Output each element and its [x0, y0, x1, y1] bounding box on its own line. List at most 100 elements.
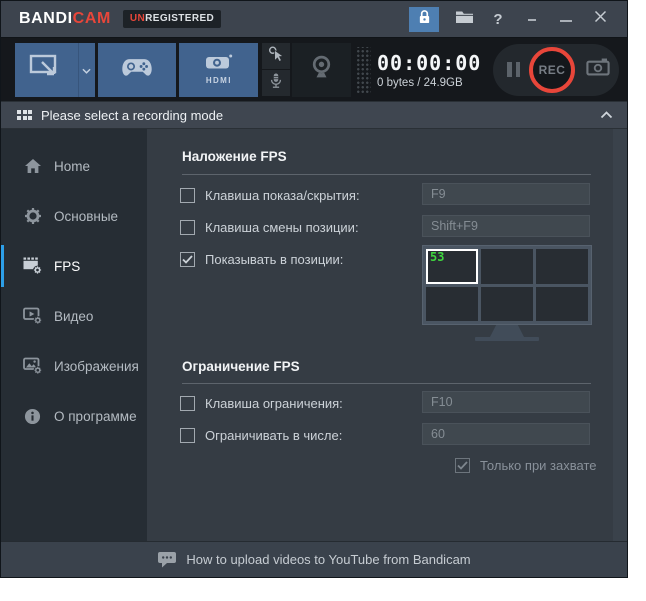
position-cell-top-left[interactable]: 53	[426, 249, 478, 284]
checkbox-position-hotkey[interactable]	[180, 219, 195, 235]
pause-icon	[507, 62, 512, 77]
close-icon	[594, 10, 607, 28]
microphone-icon	[268, 72, 284, 95]
logo-text-primary: BANDI	[19, 10, 73, 27]
rec-label: REC	[538, 62, 566, 77]
sidebar-item-home[interactable]: Home	[1, 141, 147, 191]
collapse-button[interactable]	[600, 106, 613, 124]
section-title-fps-limit: Ограничение FPS	[182, 359, 300, 374]
sidebar-item-label: FPS	[54, 258, 81, 274]
mouse-mic-buttons	[262, 43, 291, 96]
record-controls-pod: REC	[493, 43, 619, 96]
hotkey-input-show-hide[interactable]	[422, 183, 590, 205]
gamepad-icon	[121, 57, 153, 83]
divider	[182, 383, 591, 384]
rec-button[interactable]: REC	[529, 46, 575, 93]
section-title-fps-overlay: Наложение FPS	[182, 149, 287, 164]
folder-icon	[455, 10, 474, 29]
position-cell-bottom-center[interactable]	[481, 286, 533, 321]
webcam-button[interactable]	[292, 42, 352, 97]
hdmi-label: HDMI	[205, 76, 232, 85]
checkbox-limit-hotkey[interactable]	[180, 395, 195, 411]
recording-toolbar: HDMI 00:00:00 0 bytes / 24.9GB REC	[1, 37, 627, 101]
checkbox-only-while-capturing[interactable]	[455, 457, 470, 473]
drag-handle[interactable]	[355, 46, 371, 93]
sidebar-item-about[interactable]: О программе	[1, 391, 147, 441]
home-icon	[22, 158, 43, 174]
sidebar-item-fps[interactable]: FPS	[1, 241, 147, 291]
chevron-up-icon	[600, 106, 613, 124]
minimize-button[interactable]	[549, 7, 583, 32]
position-cell-top-right[interactable]	[536, 249, 588, 284]
setting-label: Показывать в позиции:	[205, 251, 344, 267]
lock-button[interactable]	[409, 6, 439, 32]
mouse-cursor-overlay-button[interactable]	[262, 43, 291, 69]
recording-timer: 00:00:00	[377, 50, 482, 75]
app-logo: BANDICAM	[19, 10, 111, 28]
fps-icon	[22, 257, 43, 275]
setting-row-limit-hotkey: Клавиша ограничения:	[180, 391, 597, 415]
gear-icon	[22, 207, 43, 225]
output-folder-button[interactable]	[447, 7, 481, 32]
screen-mode-dropdown-button[interactable]	[77, 42, 95, 97]
fps-limit-input[interactable]	[422, 423, 590, 445]
setting-row-limit-number: Ограничивать в числе:	[180, 423, 597, 447]
monitor-stand	[490, 325, 524, 337]
setting-label: Только при захвате	[480, 457, 597, 473]
setting-row-only-while-capturing: Только при захвате	[455, 453, 597, 477]
bandicam-window: BANDICAM UNREGISTERED ? HDMI 00:00:00 0 …	[0, 0, 628, 578]
video-settings-icon	[22, 307, 43, 325]
info-icon	[22, 408, 43, 425]
sidebar-item-video[interactable]: Видео	[1, 291, 147, 341]
microphone-button[interactable]	[262, 70, 291, 96]
screen-record-icon	[29, 54, 63, 85]
sidebar-item-label: Основные	[54, 208, 119, 224]
sidebar-item-images[interactable]: Изображения	[1, 341, 147, 391]
setting-row-show-hide-hotkey: Клавиша показа/скрытия:	[180, 183, 597, 207]
setting-label: Ограничивать в числе:	[205, 427, 343, 443]
fps-settings-panel: Наложение FPS Клавиша показа/скрытия: Кл…	[147, 129, 613, 541]
image-settings-icon	[22, 357, 43, 375]
sidebar-item-label: О программе	[54, 408, 137, 424]
mode-bar-text: Please select a recording mode	[41, 107, 224, 123]
screen-recording-mode-button[interactable]	[15, 42, 78, 97]
mouse-cursor-icon	[268, 45, 285, 68]
setting-label: Клавиша показа/скрытия:	[205, 187, 360, 203]
sidebar-item-general[interactable]: Основные	[1, 191, 147, 241]
close-button[interactable]	[583, 7, 617, 32]
window-body: Home Основные FPS Видео Изображения О пр…	[1, 129, 627, 541]
position-cell-top-center[interactable]	[481, 249, 533, 284]
title-bar: BANDICAM UNREGISTERED ?	[1, 1, 627, 37]
setting-row-position-hotkey: Клавиша смены позиции:	[180, 215, 597, 239]
monitor-screen: 53	[422, 245, 592, 325]
webcam-icon	[309, 55, 334, 85]
unregistered-badge: UNREGISTERED	[122, 10, 222, 28]
recording-status: 00:00:00 0 bytes / 24.9GB	[377, 51, 493, 89]
hotkey-input-position[interactable]	[422, 215, 590, 237]
screenshot-button[interactable]	[584, 56, 612, 83]
speech-bubble-icon	[157, 551, 177, 568]
fps-counter-preview: 53	[430, 250, 445, 264]
position-cell-bottom-right[interactable]	[536, 286, 588, 321]
youtube-help-link[interactable]: How to upload videos to YouTube from Ban…	[186, 552, 470, 567]
checkbox-show-hide-hotkey[interactable]	[180, 187, 195, 203]
grid-icon	[17, 110, 32, 120]
help-button[interactable]: ?	[481, 7, 515, 32]
pause-button[interactable]	[507, 62, 520, 77]
question-icon: ?	[493, 10, 503, 28]
game-recording-mode-button[interactable]	[97, 42, 177, 97]
recording-mode-bar[interactable]: Please select a recording mode	[1, 101, 627, 129]
checkbox-limit-number[interactable]	[180, 427, 195, 443]
capture-device-icon	[204, 54, 234, 75]
device-recording-mode-button[interactable]: HDMI	[179, 42, 259, 97]
minimize-to-tray-button[interactable]	[515, 7, 549, 32]
setting-label: Клавиша смены позиции:	[205, 219, 359, 235]
sidebar-item-label: Видео	[54, 308, 94, 324]
footer-bar: How to upload videos to YouTube from Ban…	[1, 541, 627, 577]
hotkey-input-limit[interactable]	[422, 391, 590, 413]
checkbox-show-position[interactable]	[180, 251, 195, 267]
logo-text-accent: CAM	[72, 10, 111, 27]
window-controls: ?	[409, 6, 617, 32]
position-cell-bottom-left[interactable]	[426, 286, 478, 321]
monitor-base	[475, 337, 539, 341]
